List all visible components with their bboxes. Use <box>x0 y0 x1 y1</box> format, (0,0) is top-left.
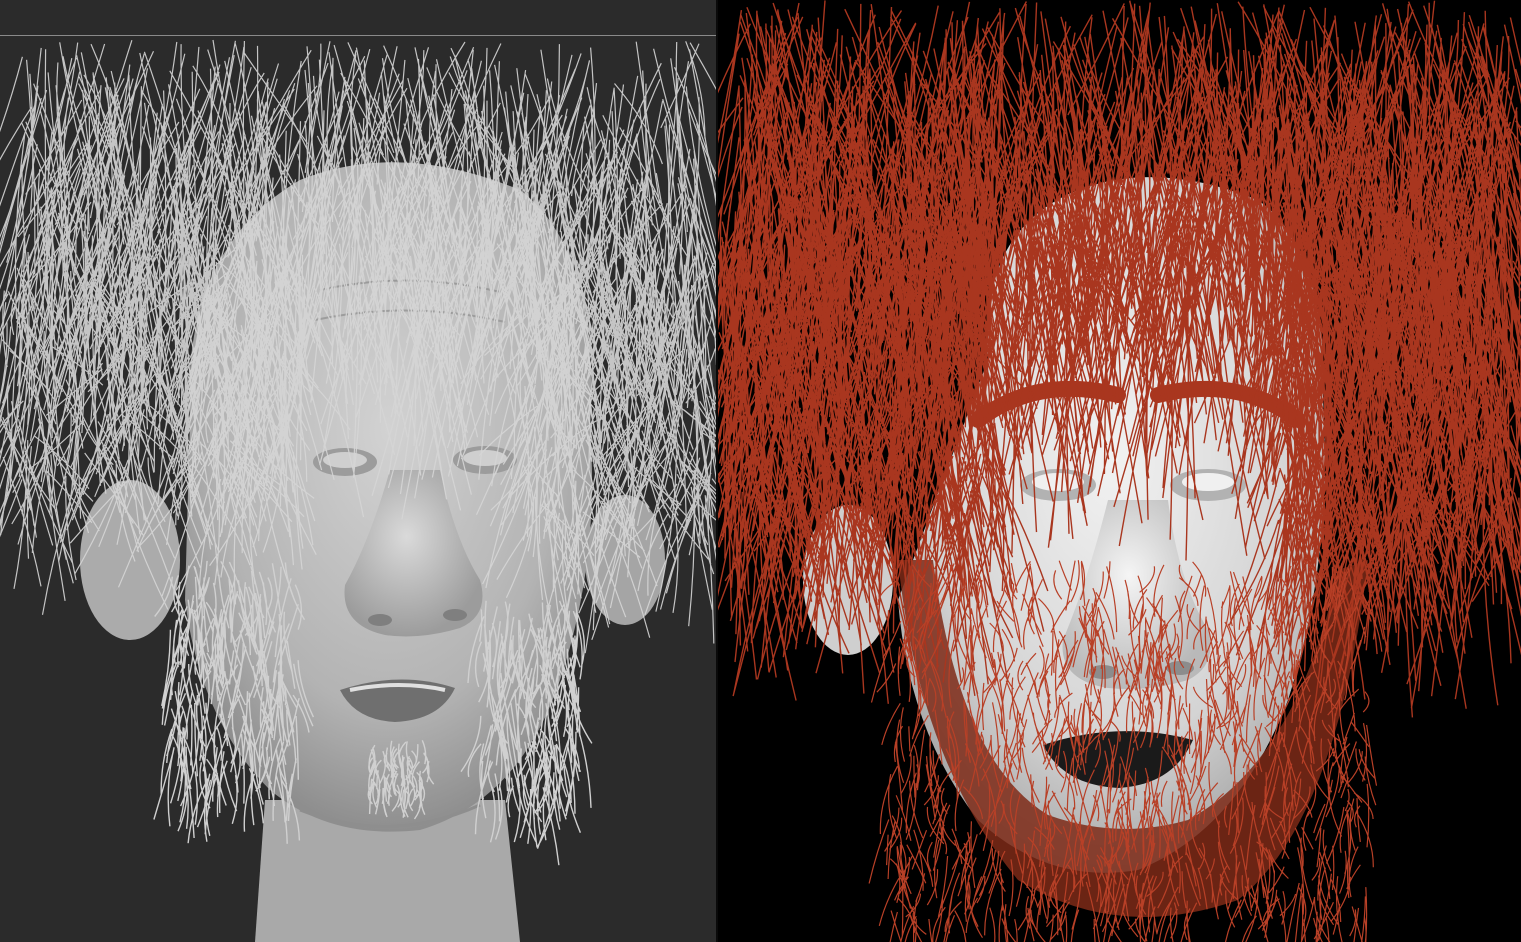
sculpt-head-icon <box>0 39 716 942</box>
rendered-head-icon <box>718 0 1521 942</box>
clay-viewport[interactable] <box>0 0 716 942</box>
viewport-top-border <box>0 35 716 36</box>
render-viewport[interactable] <box>718 0 1521 942</box>
dual-viewport-stage <box>0 0 1521 942</box>
